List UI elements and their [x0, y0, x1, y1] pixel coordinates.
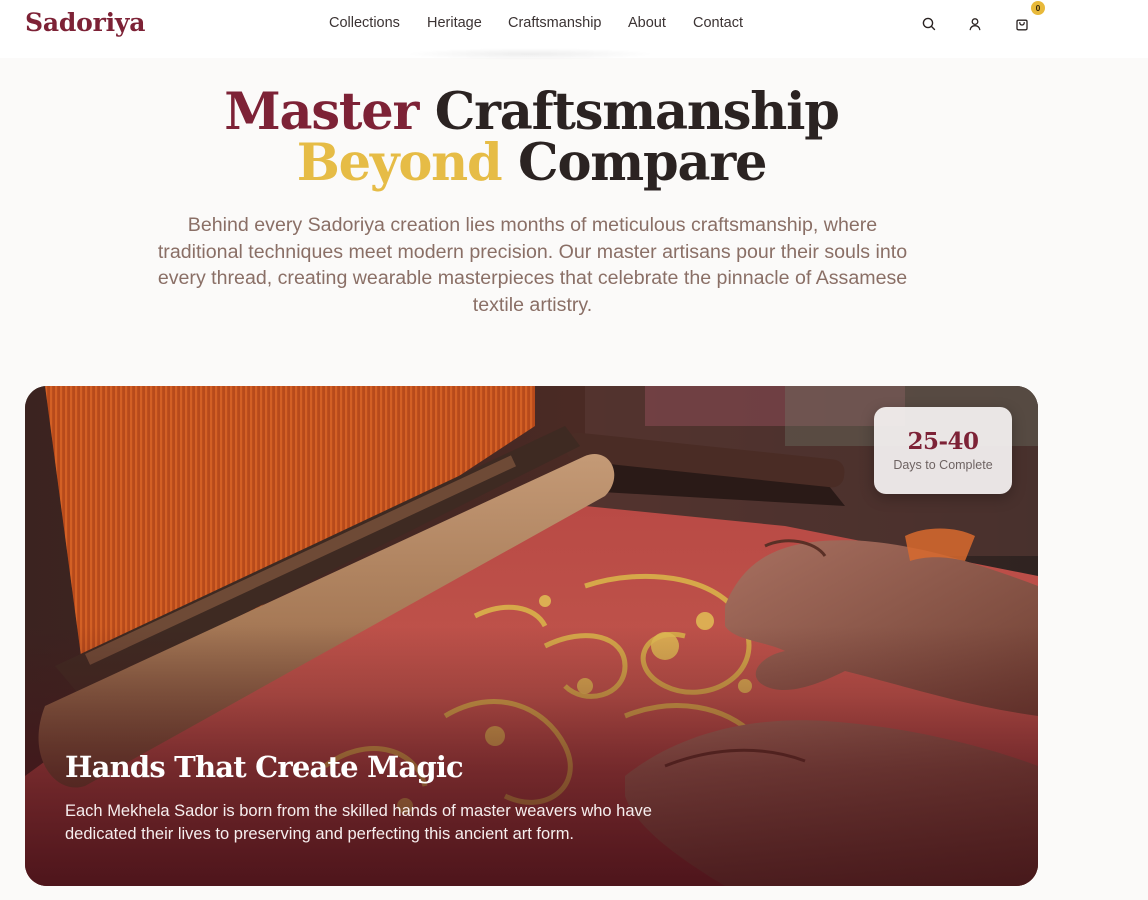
hero-description: Behind every Sadoriya creation lies mont…	[157, 214, 908, 316]
nav-item-contact[interactable]: Contact	[693, 15, 743, 31]
days-label: Days to Complete	[893, 458, 993, 472]
nav-item-craftsmanship[interactable]: Craftsmanship	[508, 15, 601, 31]
search-icon[interactable]	[921, 16, 937, 32]
nav-item-collections[interactable]: Collections	[329, 15, 400, 31]
days-value: 25-40	[907, 428, 979, 455]
user-icon[interactable]	[967, 16, 983, 32]
hero-title-compare: Compare	[501, 133, 767, 193]
shopping-bag-icon[interactable]	[1014, 16, 1030, 32]
hero-title-line-1: Master Craftsmanship	[0, 86, 1063, 138]
nav-item-heritage[interactable]: Heritage	[427, 15, 482, 31]
site-header: Sadoriya Collections Heritage Craftsmans…	[0, 0, 1148, 60]
days-to-complete-badge: 25-40 Days to Complete	[874, 407, 1012, 494]
card-description: Each Mekhela Sador is born from the skil…	[65, 802, 652, 843]
craftsmanship-image-card: 25-40 Days to Complete Hands That Create…	[25, 386, 1038, 886]
nav-shadow	[405, 48, 655, 60]
hero-title-line-2: Beyond Compare	[0, 137, 1063, 189]
cart-count-badge: 0	[1031, 1, 1045, 15]
nav-item-about[interactable]: About	[628, 15, 666, 31]
brand-logo[interactable]: Sadoriya	[25, 8, 145, 37]
card-heading: Hands That Create Magic	[65, 750, 464, 784]
hero-title-accent-beyond: Beyond	[296, 133, 503, 193]
